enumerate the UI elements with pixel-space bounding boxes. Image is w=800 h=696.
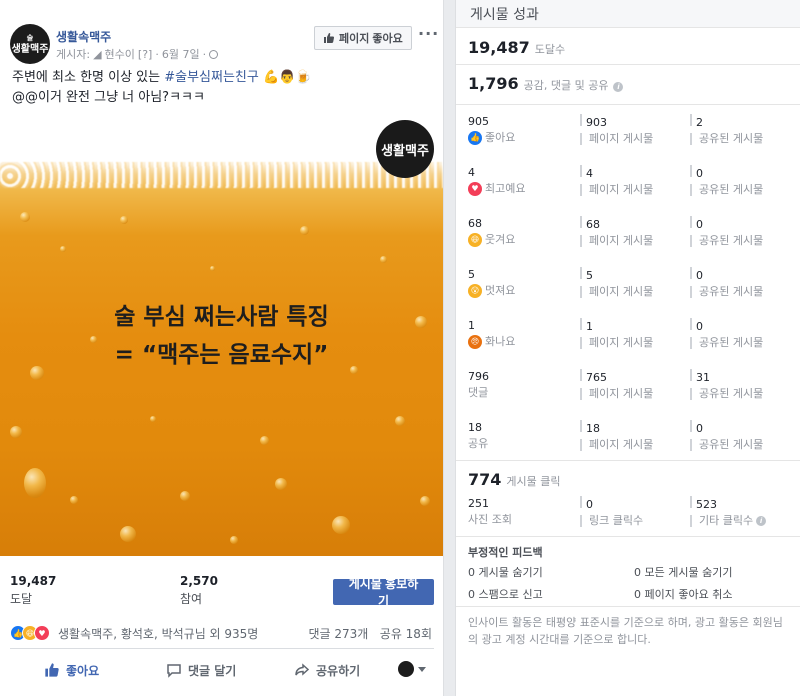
insights-title: 게시물 성과 [470,7,539,23]
more-options-icon[interactable]: ··· [418,26,438,46]
reaction-row: 4 ♥ 최고예요 4 페이지 게시물 0 공유된 게시물 [468,165,798,209]
insights-panel: 게시물 성과 19,487 도달수 1,796 공감, 댓글 및 공유 i 90… [455,0,800,696]
engagement-metric: 1,796 공감, 댓글 및 공유 i [468,74,624,93]
post-card: 술 생활맥주 생활속맥주 게시자: ◢ 현수이 [?] · 6월 7일 · 페이… [0,0,444,696]
share-icon [295,663,310,676]
reaction-on-shares: 0 공유된 게시물 [690,318,800,351]
reaction-row: 68 😆 웃겨요 68 페이지 게시물 0 공유된 게시물 [468,216,798,260]
reaction-on-post: 68 페이지 게시물 [580,216,690,249]
author-icon: ◢ [93,47,102,61]
page-avatar[interactable]: 술 생활맥주 [10,24,50,64]
like-action[interactable]: 좋아요 [44,659,99,681]
reaction-total: 68 😆 웃겨요 [468,217,516,247]
reaction-on-shares: 2 공유된 게시물 [690,114,800,147]
reaction-on-shares: 0 공유된 게시물 [690,165,800,198]
photo-views: 251 사진 조회 [468,497,512,526]
reaction-row: 796 댓글 765 페이지 게시물 31 공유된 게시물 [468,369,798,413]
reaction-total: 4 ♥ 최고예요 [468,166,526,196]
thumbs-up-icon [324,33,335,43]
post-as-selector[interactable] [398,661,426,677]
reach-stat[interactable]: 19,487 도달 [10,572,56,608]
link-clicks: 0 링크 클릭수 [580,496,690,529]
info-icon[interactable]: i [613,82,624,92]
reaction-total: 1 😠 화나요 [468,319,516,349]
post-date[interactable]: 6월 7일 [162,46,200,62]
globe-icon [209,49,219,59]
boost-post-button[interactable]: 게시물 홍보하기 [333,577,434,608]
author-name[interactable]: 현수이 [105,46,135,62]
clicks-breakdown: 251 사진 조회 0 링크 클릭수 523 기타 클릭수 i [468,496,798,530]
post-meta: 게시자: ◢ 현수이 [?] · 6월 7일 · [56,46,219,62]
report-spam-stat: 0 스팸으로 신고 [468,588,543,601]
comment-icon [167,664,181,678]
share-count[interactable]: 공유 18회 [380,627,432,641]
post-stats: 19,487 도달 2,570 참여 게시물 홍보하기 [10,572,434,612]
author-help[interactable]: [?] [138,48,152,61]
reaction-on-post: 1 페이지 게시물 [580,318,690,351]
wow-icon: 😮 [468,284,482,298]
post-image[interactable]: 생활맥주 술 부심 쩌는사람 특징 = “맥주는 음료수지” [0,116,443,556]
image-caption: 술 부심 쩌는사람 특징 = “맥주는 음료수지” [114,304,329,368]
reaction-total: 18 공유 [468,421,489,450]
unlike-page-stat: 0 페이지 좋아요 취소 [634,588,733,601]
reaction-on-post: 18 페이지 게시물 [580,420,690,453]
emoji-group: 💪👨🍺 [263,70,312,85]
share-action[interactable]: 공유하기 [294,659,360,681]
engagement-stat[interactable]: 2,570 참여 [180,572,218,608]
reaction-total: 905 👍 좋아요 [468,115,516,145]
angry-icon: 😠 [468,335,482,349]
image-logo: 생활맥주 [376,120,434,178]
clicks-metric: 774 게시물 클릭 [468,470,561,489]
post-header: 술 생활맥주 생활속맥주 게시자: ◢ 현수이 [?] · 6월 7일 · 페이… [10,14,438,64]
avatar [398,661,414,677]
love-icon: ♥ [34,625,50,641]
reaction-on-shares: 0 공유된 게시물 [690,216,800,249]
insights-footnote: 인사이트 활동은 태평양 표준시를 기준으로 하며, 광고 활동은 회원님의 광… [468,616,783,646]
post-text: 주변에 최소 한명 이상 있는 #술부심쩌는친구 💪👨🍺 @@이거 완전 그냥 … [12,70,312,105]
reaction-on-post: 903 페이지 게시물 [580,114,690,147]
reaction-total: 796 댓글 [468,370,489,399]
reaction-icons[interactable]: 👍 😆 ♥ [10,625,50,641]
haha-icon: 😆 [468,233,482,247]
page-name-link[interactable]: 생활속맥주 [56,28,111,45]
like-icon: 👍 [468,131,482,145]
reaction-on-post: 765 페이지 게시물 [580,369,690,402]
reach-metric: 19,487 도달수 [468,38,566,57]
reaction-on-shares: 0 공유된 게시물 [690,420,800,453]
reaction-on-shares: 31 공유된 게시물 [690,369,800,402]
comment-action[interactable]: 댓글 달기 [166,659,236,681]
reaction-row: 18 공유 18 페이지 게시물 0 공유된 게시물 [468,420,798,464]
reaction-on-post: 4 페이지 게시물 [580,165,690,198]
reaction-on-shares: 0 공유된 게시물 [690,267,800,300]
other-clicks: 523 기타 클릭수 i [690,496,800,529]
action-bar: 좋아요 댓글 달기 공유하기 [10,648,434,690]
negative-feedback-title: 부정적인 피드백 [468,546,543,559]
chevron-down-icon [418,666,426,672]
comment-count[interactable]: 댓글 273개 [308,627,368,641]
hide-post-stat: 0 게시물 숨기기 [468,566,543,579]
reactions-summary: 👍 😆 ♥ 생활속맥주, 황석호, 박석규님 외 935명 댓글 273개 공유… [10,622,434,644]
reaction-row: 1 😠 화나요 1 페이지 게시물 0 공유된 게시물 [468,318,798,362]
reaction-row: 5 😮 멋져요 5 페이지 게시물 0 공유된 게시물 [468,267,798,311]
love-icon: ♥ [468,182,482,196]
info-icon[interactable]: i [756,516,767,526]
reaction-total: 5 😮 멋져요 [468,268,516,298]
reaction-row: 905 👍 좋아요 903 페이지 게시물 2 공유된 게시물 [468,114,798,158]
reactor-names[interactable]: 생활속맥주, 황석호, 박석규님 외 935명 [58,625,258,642]
reaction-on-post: 5 페이지 게시물 [580,267,690,300]
thumbs-up-icon [45,663,59,677]
beer-foam [0,162,443,188]
author-prefix: 게시자: [56,48,91,61]
hide-all-stat: 0 모든 게시물 숨기기 [634,566,733,579]
hashtag-link[interactable]: #술부심쩌는친구 [164,70,259,85]
like-page-button[interactable]: 페이지 좋아요 [314,26,412,50]
